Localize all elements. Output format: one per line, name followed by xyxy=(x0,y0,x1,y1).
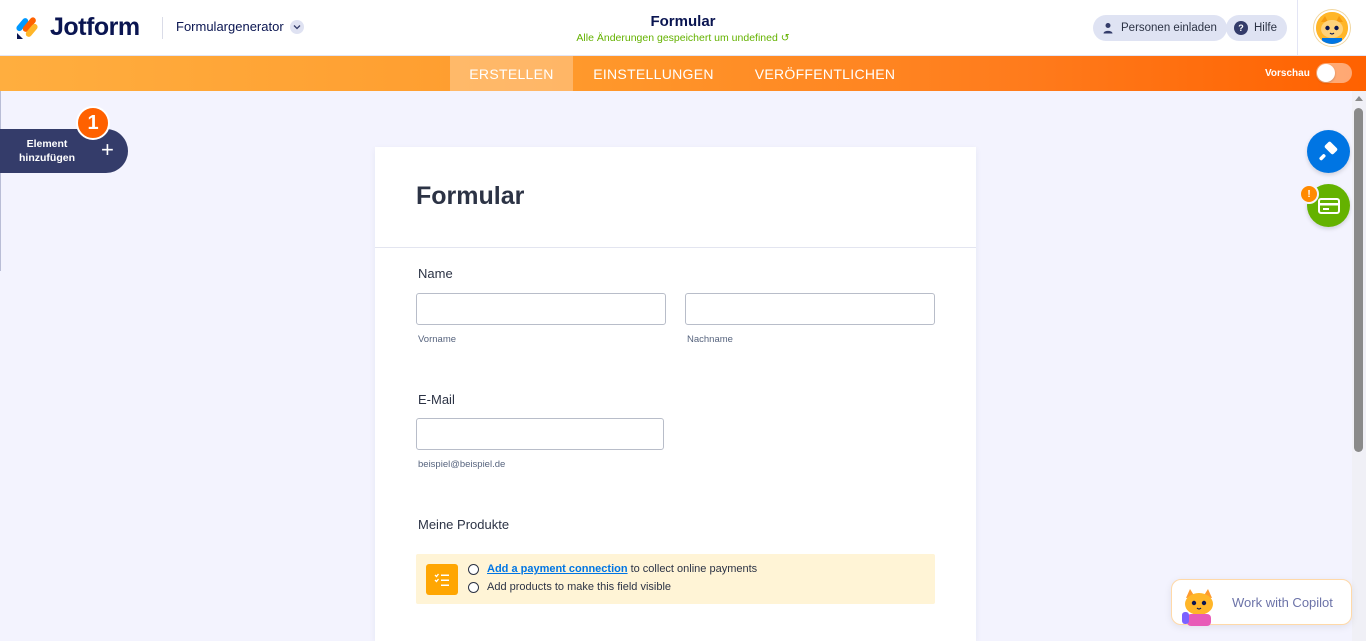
payment-connection-suffix: to collect online payments xyxy=(630,563,758,575)
add-payment-connection-link[interactable]: Add a payment connection xyxy=(487,563,628,575)
radio-icon xyxy=(468,563,479,575)
first-name-sublabel: Vorname xyxy=(418,334,457,345)
builder-nav: ERSTELLEN EINSTELLUNGEN VERÖFFENTLICHEN … xyxy=(0,56,1366,91)
radio-icon xyxy=(468,581,479,593)
help-button[interactable]: ? Hilfe xyxy=(1226,15,1288,41)
first-name-input[interactable] xyxy=(416,293,666,325)
person-icon xyxy=(1101,21,1115,35)
preview-toggle-knob xyxy=(1317,64,1335,82)
form-designer-button[interactable] xyxy=(1307,130,1350,173)
scrollbar-thumb[interactable] xyxy=(1354,108,1363,452)
add-element-button[interactable]: Element hinzufügen + xyxy=(0,129,128,173)
header-divider-right xyxy=(1297,0,1298,56)
warning-badge: ! xyxy=(1299,184,1319,204)
payment-connection-row: Add a payment connection to collect onli… xyxy=(468,563,757,575)
avatar[interactable] xyxy=(1314,10,1350,46)
email-field-label[interactable]: E-Mail xyxy=(418,392,455,407)
form-card: Formular Name Vorname Nachname E-Mail be… xyxy=(375,147,976,641)
scroll-up-arrow-icon[interactable] xyxy=(1355,96,1363,101)
last-name-input[interactable] xyxy=(685,293,935,325)
add-products-text: Add products to make this field visible xyxy=(487,581,672,593)
payment-notice: Add a payment connection to collect onli… xyxy=(416,554,935,604)
copilot-label: Work with Copilot xyxy=(1232,595,1333,610)
credit-card-icon xyxy=(1317,197,1340,214)
preview-toggle[interactable] xyxy=(1316,63,1352,83)
email-sublabel: beispiel@beispiel.de xyxy=(418,459,506,470)
step-badge: 1 xyxy=(76,106,110,140)
product-list-icon xyxy=(426,564,458,595)
last-name-sublabel: Nachname xyxy=(687,334,733,345)
add-products-row: Add products to make this field visible xyxy=(468,581,671,593)
refresh-icon[interactable]: ↺ xyxy=(781,32,790,44)
tab-publish[interactable]: VERÖFFENTLICHEN xyxy=(734,56,916,91)
save-status-text: Alle Änderungen gespeichert um undefined xyxy=(576,32,778,44)
add-element-label: Element hinzufügen xyxy=(19,138,75,164)
form-heading[interactable]: Formular xyxy=(416,182,524,211)
plus-icon: + xyxy=(101,137,114,162)
name-field-label[interactable]: Name xyxy=(418,266,453,281)
paint-roller-icon xyxy=(1318,141,1337,160)
tab-settings[interactable]: EINSTELLUNGEN xyxy=(573,56,734,91)
copilot-mascot-icon xyxy=(1182,589,1213,626)
help-label: Hilfe xyxy=(1254,22,1278,34)
invite-people-label: Personen einladen xyxy=(1121,22,1217,34)
email-input[interactable] xyxy=(416,418,664,450)
heading-divider xyxy=(375,247,976,248)
products-field-label[interactable]: Meine Produkte xyxy=(418,517,509,532)
tab-create[interactable]: ERSTELLEN xyxy=(450,56,573,91)
help-icon: ? xyxy=(1234,21,1248,35)
top-bar: Jotform Formulargenerator Formular Alle … xyxy=(0,0,1366,56)
copilot-button[interactable]: Work with Copilot xyxy=(1171,579,1352,626)
left-edge-divider xyxy=(0,91,1,271)
invite-people-button[interactable]: Personen einladen xyxy=(1093,15,1227,41)
preview-label: Vorschau xyxy=(1265,68,1310,79)
